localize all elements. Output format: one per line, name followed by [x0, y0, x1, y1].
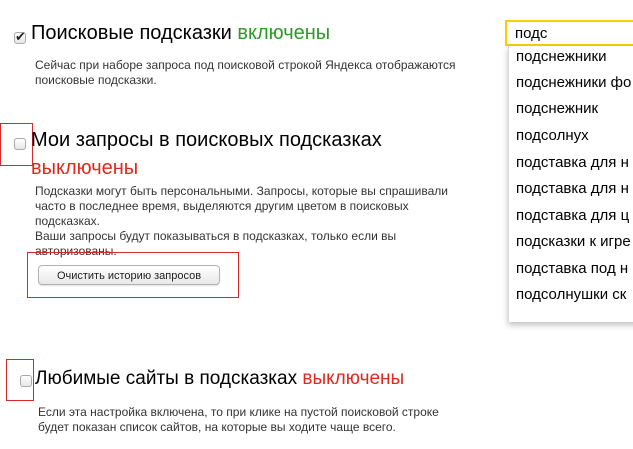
suggestion-item[interactable]: подставка для ц — [516, 206, 629, 226]
suggestions-title: Поисковые подсказки включены — [31, 22, 331, 44]
search-input[interactable]: подс — [505, 20, 633, 46]
suggestion-item[interactable]: подсказки к игре — [516, 232, 631, 252]
favorites-description: Если эта настройка включена, то при клик… — [38, 405, 439, 434]
my-queries-description: Подсказки могут быть персональными. Запр… — [35, 184, 448, 258]
clear-history-button[interactable]: Очистить историю запросов — [38, 265, 220, 285]
suggestions-description: Сейчас при наборе запроса под поисковой … — [35, 58, 456, 87]
favorites-status: выключены — [302, 368, 405, 389]
suggestions-status: включены — [237, 22, 331, 44]
suggestion-item[interactable]: подставка для н — [516, 153, 629, 173]
suggestion-item[interactable]: подсолнушки ск — [516, 285, 626, 305]
checkmark-icon: ✔ — [15, 29, 26, 44]
favorites-title: Любимые сайты в подсказках выключены — [35, 368, 405, 389]
suggestion-item[interactable]: подставка для н — [516, 179, 629, 199]
suggestion-item[interactable]: подставка под н — [516, 259, 628, 279]
my-queries-checkbox[interactable] — [14, 138, 26, 150]
suggestion-item[interactable]: подснежник — [516, 99, 598, 119]
suggestions-dropdown: подснежники подснежники фо подснежник по… — [508, 46, 633, 322]
suggestion-item[interactable]: подснежники — [516, 47, 606, 67]
suggestion-item[interactable]: подсолнух — [516, 126, 589, 146]
my-queries-status: выключены — [31, 157, 139, 179]
my-queries-title: Мои запросы в поисковых подсказках выклю… — [31, 129, 382, 179]
search-input-value: подс — [515, 25, 548, 42]
favorites-checkbox[interactable] — [20, 375, 32, 387]
suggestions-checkbox[interactable]: ✔ — [14, 29, 26, 44]
suggestion-item[interactable]: подснежники фо — [516, 73, 631, 93]
